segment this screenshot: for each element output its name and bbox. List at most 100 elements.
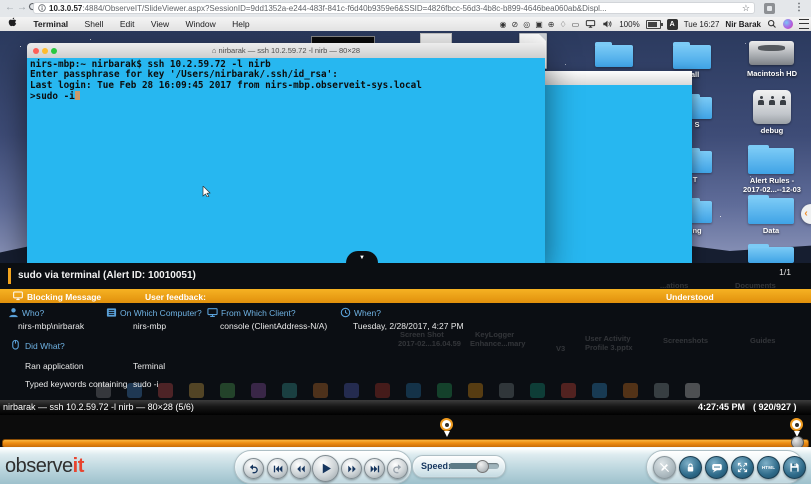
spotlight-search-icon[interactable] bbox=[767, 19, 777, 29]
html-export-button[interactable]: HTML bbox=[757, 456, 780, 479]
status-menu-icon[interactable]: ⊕ bbox=[548, 20, 555, 29]
status-menu-icon[interactable]: ◉ bbox=[500, 20, 507, 29]
client-label: From Which Client? bbox=[221, 308, 296, 318]
status-menu-icon[interactable]: ▭ bbox=[572, 20, 580, 29]
alert-collapse-notch[interactable]: ▼ bbox=[346, 251, 378, 263]
status-menu-icon[interactable]: ▣ bbox=[535, 20, 543, 29]
siri-icon[interactable] bbox=[783, 19, 793, 29]
status-menu-icon[interactable]: ◎ bbox=[523, 20, 530, 29]
desktop-folder-icon[interactable] bbox=[673, 45, 711, 69]
menubar-user[interactable]: Nir Barak bbox=[725, 20, 761, 29]
play-button[interactable] bbox=[312, 455, 339, 482]
terminal-titlebar[interactable]: ⌂ nirbarak — ssh 10.2.59.72 -l nirb — 80… bbox=[27, 43, 545, 59]
bookmark-star-icon[interactable]: ☆ bbox=[742, 3, 750, 14]
alert-pager[interactable]: 1/1 bbox=[779, 267, 791, 277]
background-terminal-titlebar bbox=[545, 71, 692, 86]
did-what-row-key: Typed keywords containing bbox=[25, 379, 128, 389]
data-folder-icon[interactable] bbox=[748, 198, 794, 224]
faded-desktop-label: Enhance...mary bbox=[470, 339, 525, 348]
alert-pin-marker[interactable] bbox=[440, 418, 454, 438]
browser-toolbar: ← → 10.3.0.57:4884/ObserveIT/SlideViewer… bbox=[0, 0, 811, 18]
desktop-folder-icon[interactable] bbox=[595, 45, 633, 67]
menubar-status-icons[interactable]: ◉ ⊘ ◎ ▣ ⊕ ♢ ▭ bbox=[495, 20, 580, 29]
data-folder-label: Data bbox=[750, 226, 792, 235]
info-icon[interactable] bbox=[38, 4, 46, 12]
menu-help[interactable]: Help bbox=[232, 17, 249, 31]
menu-window[interactable]: Window bbox=[186, 17, 216, 31]
battery-icon[interactable] bbox=[646, 20, 661, 29]
minimize-button[interactable] bbox=[42, 48, 48, 54]
faded-desktop-label: User Activity bbox=[585, 334, 631, 343]
browser-extension-icon[interactable] bbox=[764, 3, 775, 14]
terminal-line: Last login: Tue Feb 28 16:09:45 2017 fro… bbox=[30, 81, 545, 91]
desktop-folder-icon[interactable] bbox=[748, 247, 794, 263]
alert-rules-label-line2: 2017-02...--12-03 bbox=[736, 185, 808, 194]
debug-drive-icon[interactable] bbox=[753, 90, 791, 124]
desktop-folder-icon[interactable] bbox=[690, 97, 712, 119]
dock-app-icon bbox=[375, 383, 390, 398]
dock-app-icon bbox=[623, 383, 638, 398]
close-button[interactable] bbox=[33, 48, 39, 54]
rewind-button[interactable] bbox=[290, 458, 311, 479]
speed-slider-thumb[interactable] bbox=[476, 460, 489, 473]
undo-button[interactable] bbox=[243, 458, 264, 479]
menubar-clock[interactable]: Tue 16:27 bbox=[684, 20, 720, 29]
alert-pin-marker[interactable] bbox=[790, 418, 804, 438]
volume-icon[interactable] bbox=[602, 19, 613, 29]
player-options-group: HTML bbox=[646, 450, 804, 484]
desktop-wallpaper: all S T ing Macintosh HD debug Alert Rul… bbox=[0, 31, 811, 263]
macintosh-hd-icon[interactable] bbox=[749, 41, 794, 65]
notification-center-icon[interactable] bbox=[799, 19, 809, 29]
desktop-folder-icon[interactable] bbox=[690, 201, 712, 223]
annotate-disabled-button[interactable] bbox=[653, 456, 676, 479]
terminal-line: >sudo -i bbox=[30, 91, 545, 102]
speed-slider-track[interactable] bbox=[449, 463, 499, 469]
faded-desktop-label: Guides bbox=[750, 336, 775, 345]
dock-app-icon bbox=[282, 383, 297, 398]
lock-button[interactable] bbox=[679, 456, 702, 479]
status-menu-icon[interactable]: ♢ bbox=[559, 20, 566, 29]
computer-label: On Which Computer? bbox=[120, 308, 202, 318]
chat-button[interactable] bbox=[705, 456, 728, 479]
dock-app-icon bbox=[313, 383, 328, 398]
session-title-bar: nirbarak — ssh 10.2.59.72 -l nirb — 80×2… bbox=[0, 400, 811, 415]
skip-to-start-button[interactable] bbox=[267, 458, 288, 479]
browser-menu-icon[interactable]: ⋮ bbox=[794, 2, 804, 13]
desktop-edge-chevron[interactable]: ‹ bbox=[801, 204, 811, 224]
url-field[interactable]: 10.3.0.57:4884/ObserveIT/SlideViewer.asp… bbox=[33, 2, 755, 14]
background-terminal-window[interactable] bbox=[545, 71, 692, 263]
playback-time: 4:27:45 PM bbox=[698, 402, 745, 412]
dock-app-icon bbox=[530, 383, 545, 398]
fast-forward-button[interactable] bbox=[341, 458, 362, 479]
status-menu-icon[interactable]: ⊘ bbox=[512, 20, 519, 29]
fullscreen-button[interactable] bbox=[731, 456, 754, 479]
apple-menu-icon[interactable] bbox=[8, 17, 17, 31]
user-feedback-label: User feedback: bbox=[145, 292, 206, 302]
save-button[interactable] bbox=[783, 456, 806, 479]
mouse-pointer bbox=[202, 186, 211, 197]
zoom-button[interactable] bbox=[51, 48, 57, 54]
browser-back-icon[interactable]: ← bbox=[4, 2, 16, 14]
session-title: nirbarak — ssh 10.2.59.72 -l nirb — 80×2… bbox=[3, 402, 194, 412]
faded-desktop-label: Screenshots bbox=[663, 336, 708, 345]
alert-rules-folder-icon[interactable] bbox=[748, 148, 794, 174]
input-source-icon[interactable]: A bbox=[667, 19, 678, 30]
skip-to-end-button[interactable] bbox=[364, 458, 385, 479]
when-clock-icon bbox=[340, 307, 351, 318]
menu-edit[interactable]: Edit bbox=[120, 17, 135, 31]
faded-desktop-label: Profile 3.pptx bbox=[585, 343, 633, 352]
menu-terminal[interactable]: Terminal bbox=[33, 17, 68, 31]
menu-shell[interactable]: Shell bbox=[85, 17, 104, 31]
lock-icon bbox=[685, 462, 696, 473]
alert-details-panel: Screen Shot 2017-02...16.04.59 KeyLogger… bbox=[0, 303, 811, 400]
airplay-icon[interactable] bbox=[585, 19, 596, 29]
desktop-folder-icon[interactable] bbox=[690, 151, 712, 173]
observeit-slide-viewer: ← → 10.3.0.57:4884/ObserveIT/SlideViewer… bbox=[0, 0, 811, 484]
menu-view[interactable]: View bbox=[151, 17, 169, 31]
blocking-message-label: Blocking Message bbox=[27, 292, 101, 302]
starfield bbox=[0, 31, 1, 32]
floppy-disk-icon bbox=[789, 462, 800, 473]
dock-app-icon bbox=[654, 383, 669, 398]
redo-button[interactable] bbox=[387, 458, 408, 479]
terminal-content[interactable]: nirs-mbp:~ nirbarak$ ssh 10.2.59.72 -l n… bbox=[27, 58, 545, 263]
